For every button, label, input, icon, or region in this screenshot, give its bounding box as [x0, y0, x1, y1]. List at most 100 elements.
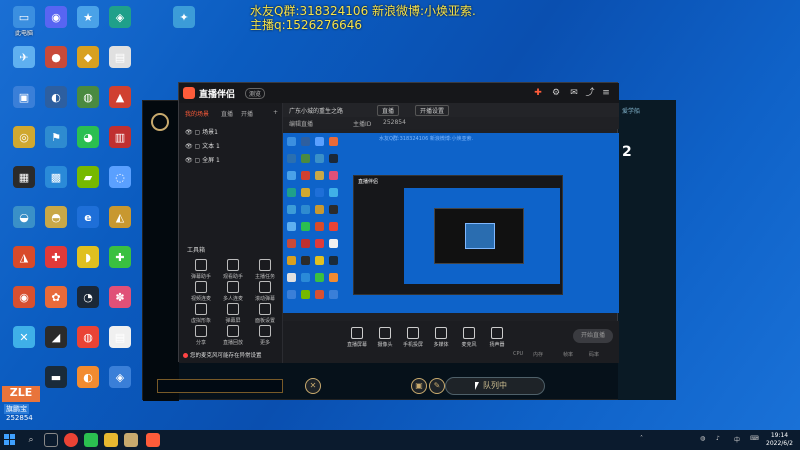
preview-icon	[315, 273, 324, 282]
badge-name: 旗鹏宝	[4, 404, 29, 414]
stream-preview[interactable]: 水友Q群:318324106 新浪微博:小焕亚索. 直播伴侣	[283, 133, 619, 313]
app-titlebar[interactable]: 直播伴侣 测览 ✚ ⚙ ✉ ⤴ ≡	[179, 83, 619, 103]
scene-edit-label[interactable]: 编辑直播	[289, 119, 313, 128]
preview-icon	[287, 222, 296, 231]
scene-item[interactable]: 👁 ▢ 场景1	[185, 127, 218, 136]
preview-icon	[329, 222, 338, 231]
preview-icon	[301, 273, 310, 282]
desktop-icon[interactable]: ◌	[100, 166, 140, 204]
share-icon[interactable]: ⤴	[583, 86, 597, 100]
menu-icon[interactable]: ≡	[599, 86, 613, 100]
source-tool[interactable]: 扬声器	[483, 327, 511, 348]
desktop-app-icon: ✚	[45, 246, 67, 268]
desktop-icon[interactable]: ◭	[100, 206, 140, 244]
chrome-icon[interactable]	[64, 433, 78, 447]
toolbox-item[interactable]: 分享	[187, 325, 215, 346]
source-tool[interactable]: 直播屏幕	[343, 327, 371, 348]
game-chat-input[interactable]	[157, 379, 283, 393]
preview-overlay-caption: 水友Q群:318324106 新浪微博:小焕亚索.	[379, 136, 474, 142]
queue-button[interactable]: 队列中	[445, 377, 545, 395]
tool-icon	[227, 281, 239, 293]
desktop-icon[interactable]: ▤	[100, 326, 140, 364]
desktop-icon-label	[36, 30, 76, 44]
toolbox-item[interactable]: 主播任务	[251, 259, 279, 280]
toolbox-item[interactable]: 弹幕助手	[187, 259, 215, 280]
edit-stream-button[interactable]: 开播设置	[415, 105, 450, 116]
desktop-icon-label	[100, 70, 140, 84]
tab-broadcast[interactable]: 开播	[241, 109, 253, 118]
streaming-app-window[interactable]: 直播伴侣 测览 ✚ ⚙ ✉ ⤴ ≡ 我的场景 直播 开播 + 👁 ▢ 场景1 👁…	[178, 82, 619, 363]
search-icon[interactable]: ⌕	[24, 433, 38, 447]
source-tool[interactable]: 手机投屏	[399, 327, 427, 348]
livestream-icon[interactable]	[146, 433, 160, 447]
toolbox-item[interactable]: 直播回放	[219, 325, 247, 346]
copy-icon[interactable]: ▣	[411, 378, 427, 394]
tool-label: 主播任务	[254, 274, 275, 280]
desktop-app-icon: ◗	[77, 246, 99, 268]
toolbox-item[interactable]: 弹幕屏	[219, 303, 247, 324]
keyboard-icon[interactable]: ⌨	[750, 435, 759, 442]
toolbox-item[interactable]: 虚拟形象	[187, 303, 215, 324]
edit-icon[interactable]: ✎	[429, 378, 445, 394]
desktop-icon[interactable]: ▲	[100, 86, 140, 124]
stream-subbar: 编辑直播 主播ID 252854	[283, 117, 619, 129]
tab-scenes[interactable]: 我的场景	[185, 109, 209, 118]
desktop-icon[interactable]: ▤	[100, 46, 140, 84]
volume-icon[interactable]: ♪	[716, 435, 720, 442]
taskbar-clock[interactable]: 19:14 2022/6/2	[766, 432, 793, 448]
wechat-icon[interactable]	[84, 433, 98, 447]
source-tool[interactable]: 麦克风	[455, 327, 483, 348]
toolbox-item[interactable]: 滚动弹幕	[251, 281, 279, 302]
mail-icon[interactable]: ✉	[567, 86, 581, 100]
desktop-icon[interactable]: ◈	[100, 366, 140, 404]
scene-item[interactable]: 👁 ▢ 全屏 1	[185, 155, 220, 164]
folder-icon[interactable]	[104, 433, 118, 447]
league-icon[interactable]	[124, 433, 138, 447]
toolbox-item[interactable]: 多人连麦	[219, 281, 247, 302]
preview-icon	[287, 154, 296, 163]
settings-icon[interactable]: ⚙	[549, 86, 563, 100]
stream-title[interactable]: 广东小城的重生之路	[289, 106, 343, 115]
ime-icon[interactable]: 中	[734, 435, 740, 444]
preview-icon	[329, 188, 338, 197]
source-tool[interactable]: 摄像头	[371, 327, 399, 348]
preview-icon	[301, 256, 310, 265]
tray-chevron-icon[interactable]: ˄	[640, 435, 643, 442]
tool-label: 直播回放	[222, 340, 243, 346]
badge-logo: ZLE	[2, 386, 40, 402]
preview-icon	[315, 290, 324, 299]
source-tool[interactable]: 多媒体	[427, 327, 455, 348]
nested-inner-preview	[465, 223, 495, 249]
close-queue-icon[interactable]: ✕	[305, 378, 321, 394]
desktop-app-icon: ◈	[109, 366, 131, 388]
version-badge[interactable]: 测览	[245, 88, 266, 99]
tool-icon	[195, 259, 207, 271]
desktop-app-icon: e	[77, 206, 99, 228]
toolbox-item[interactable]: 更多	[251, 325, 279, 346]
start-live-button[interactable]: 开始直播	[573, 329, 613, 343]
desktop-icon[interactable]: ✚	[100, 246, 140, 284]
task-view-icon[interactable]	[44, 433, 58, 447]
desktop-icon[interactable]: ✽	[100, 286, 140, 324]
tab-add[interactable]: +	[273, 109, 278, 116]
game-right-panel: 爱学船 2	[618, 100, 676, 400]
preview-icon	[315, 239, 324, 248]
toolbox-item[interactable]: 视频连麦	[187, 281, 215, 302]
toolbox-item[interactable]: 面板设置	[251, 303, 279, 324]
toolbox-item[interactable]: 观看助手	[219, 259, 247, 280]
scene-item[interactable]: 👁 ▢ 文本 1	[185, 141, 220, 150]
tool-icon	[227, 259, 239, 271]
category-select[interactable]: 直播	[377, 105, 400, 116]
gift-icon[interactable]: ✚	[531, 86, 545, 100]
desktop-icon[interactable]: ✦	[164, 6, 204, 44]
windows-start-icon[interactable]	[4, 434, 16, 446]
tool-icon	[195, 325, 207, 337]
preview-icon	[329, 171, 338, 180]
tab-live[interactable]: 直播	[221, 109, 233, 118]
preview-icon	[315, 188, 324, 197]
network-icon[interactable]: ◍	[700, 435, 705, 442]
preview-icon	[301, 290, 310, 299]
desktop-icon[interactable]: ◉	[36, 6, 76, 44]
desktop-icon[interactable]: ◈	[100, 6, 140, 44]
desktop-icon[interactable]: ▥	[100, 126, 140, 164]
